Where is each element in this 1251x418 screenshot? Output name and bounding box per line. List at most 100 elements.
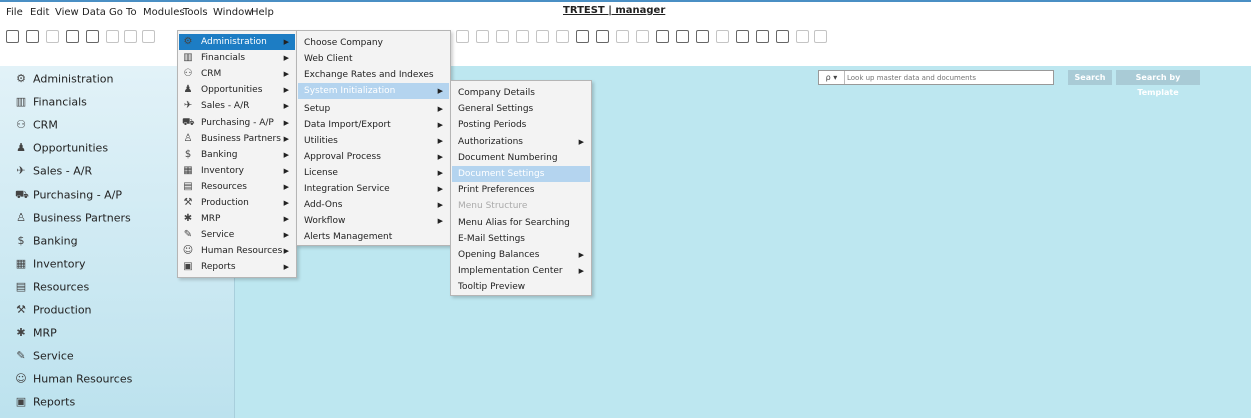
menu-bar: File Edit View Data Go To Modules Tools … xyxy=(0,0,1251,22)
sidebar-item-banking[interactable]: $ Banking xyxy=(15,234,78,254)
sidebar-item-crm[interactable]: ⚇ CRM xyxy=(15,118,58,138)
sidebar-item-opportunities[interactable]: ♟ Opportunities xyxy=(15,141,108,161)
modules-menu-item-business-partners[interactable]: ♙ Business Partners ▶ xyxy=(179,131,295,147)
menu-file[interactable]: File xyxy=(6,7,23,18)
sysinit-menu-item-document-settings[interactable]: Document Settings xyxy=(452,166,590,182)
find-icon[interactable] xyxy=(6,30,19,43)
sysinit-menu-item-document-numbering[interactable]: Document Numbering xyxy=(452,150,590,166)
calendar-icon[interactable] xyxy=(696,30,709,43)
settings-icon[interactable] xyxy=(576,30,589,43)
base-document-icon[interactable] xyxy=(456,30,469,43)
gross-profit-icon[interactable] xyxy=(496,30,509,43)
add-icon[interactable] xyxy=(26,30,39,43)
modules-menu-item-sales-a-r[interactable]: ✈ Sales - A/R ▶ xyxy=(179,98,295,114)
sidebar-item-financials[interactable]: ▥ Financials xyxy=(15,95,87,115)
menu-tools[interactable]: Tools xyxy=(183,7,208,18)
sidebar-item-production[interactable]: ⚒ Production xyxy=(15,303,91,323)
user-icon[interactable] xyxy=(736,30,749,43)
sidebar-item-purchasing-a-p[interactable]: ⛟ Purchasing - A/P xyxy=(15,188,122,208)
first-record-icon[interactable] xyxy=(142,30,155,43)
sysinit-menu-item-implementation-center[interactable]: Implementation Center ▶ xyxy=(452,263,590,279)
modules-menu-item-human-resources[interactable]: ☺ Human Resources ▶ xyxy=(179,243,295,259)
menu-go-to[interactable]: Go To xyxy=(109,7,137,18)
sidebar-item-service[interactable]: ✎ Service xyxy=(15,349,73,369)
modules-menu-item-reports[interactable]: ▣ Reports ▶ xyxy=(179,259,295,275)
search-button[interactable]: Search xyxy=(1068,70,1112,85)
sysinit-menu-item-general-settings[interactable]: General Settings xyxy=(452,101,590,117)
modules-menu-item-opportunities[interactable]: ♟ Opportunities ▶ xyxy=(179,82,295,98)
print-preview-icon[interactable] xyxy=(46,30,59,43)
admin-menu-item-integration-service[interactable]: Integration Service ▶ xyxy=(298,181,449,197)
sysinit-menu-item-menu-alias-for-searching[interactable]: Menu Alias for Searching xyxy=(452,215,590,231)
word-icon[interactable] xyxy=(106,30,119,43)
sysinit-menu-item-opening-balances[interactable]: Opening Balances ▶ xyxy=(452,247,590,263)
sysinit-menu-item-authorizations[interactable]: Authorizations ▶ xyxy=(452,134,590,150)
lock-icon[interactable] xyxy=(814,30,827,43)
sysinit-menu-item-posting-periods[interactable]: Posting Periods xyxy=(452,117,590,133)
sidebar-item-human-resources[interactable]: ☺ Human Resources xyxy=(15,372,132,392)
sysinit-menu-item-print-preferences[interactable]: Print Preferences xyxy=(452,182,590,198)
admin-menu-item-utilities[interactable]: Utilities ▶ xyxy=(298,133,449,149)
modules-menu-item-production[interactable]: ⚒ Production ▶ xyxy=(179,195,295,211)
menu-window[interactable]: Window xyxy=(213,7,252,18)
sidebar-item-label: MRP xyxy=(33,326,57,340)
org-icon[interactable] xyxy=(716,30,729,43)
menu-help[interactable]: Help xyxy=(251,7,274,18)
admin-menu-item-add-ons[interactable]: Add-Ons ▶ xyxy=(298,197,449,213)
modules-menu-item-crm[interactable]: ⚇ CRM ▶ xyxy=(179,66,295,82)
sidebar-item-label: Sales - A/R xyxy=(33,164,93,178)
help-icon[interactable] xyxy=(776,30,789,43)
email-icon[interactable] xyxy=(124,30,137,43)
admin-menu-item-alerts-management[interactable]: Alerts Management xyxy=(298,229,449,245)
modules-menu-item-financials[interactable]: ▥ Financials ▶ xyxy=(179,50,295,66)
document-icon[interactable] xyxy=(656,30,669,43)
excel-icon[interactable] xyxy=(86,30,99,43)
message-icon[interactable] xyxy=(616,30,629,43)
sidebar-item-mrp[interactable]: ✱ MRP xyxy=(15,326,57,346)
payment-means-icon[interactable] xyxy=(516,30,529,43)
modules-menu-item-banking[interactable]: $ Banking ▶ xyxy=(179,147,295,163)
journal-icon[interactable] xyxy=(536,30,549,43)
print-icon[interactable] xyxy=(66,30,79,43)
modules-menu-item-administration[interactable]: ⚙ Administration ▶ xyxy=(179,34,295,50)
admin-menu-item-approval-process[interactable]: Approval Process ▶ xyxy=(298,149,449,165)
search-by-template-button[interactable]: Search by Template xyxy=(1116,70,1200,97)
sidebar-item-administration[interactable]: ⚙ Administration xyxy=(15,72,113,92)
menu-view[interactable]: View xyxy=(55,7,79,18)
menu-edit[interactable]: Edit xyxy=(30,7,49,18)
admin-menu-item-workflow[interactable]: Workflow ▶ xyxy=(298,213,449,229)
sidebar-item-inventory[interactable]: ▦ Inventory xyxy=(15,257,86,277)
modules-menu-item-service[interactable]: ✎ Service ▶ xyxy=(179,227,295,243)
menu-modules[interactable]: Modules xyxy=(143,7,185,18)
sidebar-item-sales-a-r[interactable]: ✈ Sales - A/R xyxy=(15,164,92,184)
admin-menu-item-system-initialization[interactable]: System Initialization ▶ xyxy=(298,83,449,99)
sysinit-menu-item-company-details[interactable]: Company Details xyxy=(452,85,590,101)
modules-menu-item-inventory[interactable]: ▦ Inventory ▶ xyxy=(179,163,295,179)
modules-menu-item-mrp[interactable]: ✱ MRP ▶ xyxy=(179,211,295,227)
search-scope-dropdown[interactable]: ρ ▾ xyxy=(819,71,845,84)
admin-menu-item-exchange-rates-and-indexes[interactable]: Exchange Rates and Indexes xyxy=(298,67,449,83)
messages-icon[interactable] xyxy=(636,30,649,43)
sysinit-menu-item-e-mail-settings[interactable]: E-Mail Settings xyxy=(452,231,590,247)
sidebar-item-reports[interactable]: ▣ Reports xyxy=(15,395,75,415)
modules-menu-item-purchasing-a-p[interactable]: ⛟ Purchasing - A/P ▶ xyxy=(179,115,295,131)
menu-data[interactable]: Data xyxy=(82,7,106,18)
sysinit-menu-item-tooltip-preview[interactable]: Tooltip Preview xyxy=(452,279,590,295)
target-document-icon[interactable] xyxy=(476,30,489,43)
query-icon[interactable] xyxy=(676,30,689,43)
form-settings-icon[interactable] xyxy=(596,30,609,43)
record-icon[interactable] xyxy=(796,30,809,43)
edit-icon[interactable] xyxy=(556,30,569,43)
sidebar-item-business-partners[interactable]: ♙ Business Partners xyxy=(15,211,131,231)
admin-menu-item-web-client[interactable]: Web Client xyxy=(298,51,449,67)
search-box[interactable]: ρ ▾ xyxy=(818,70,1054,85)
admin-menu-item-license[interactable]: License ▶ xyxy=(298,165,449,181)
modules-menu-item-resources[interactable]: ▤ Resources ▶ xyxy=(179,179,295,195)
search-input[interactable] xyxy=(847,71,1051,84)
sidebar-item-resources[interactable]: ▤ Resources xyxy=(15,280,89,300)
window-title[interactable]: TRTEST | manager xyxy=(563,5,665,16)
report-icon[interactable] xyxy=(756,30,769,43)
admin-menu-item-setup[interactable]: Setup ▶ xyxy=(298,101,449,117)
admin-menu-item-data-import-export[interactable]: Data Import/Export ▶ xyxy=(298,117,449,133)
admin-menu-item-choose-company[interactable]: Choose Company xyxy=(298,35,449,51)
